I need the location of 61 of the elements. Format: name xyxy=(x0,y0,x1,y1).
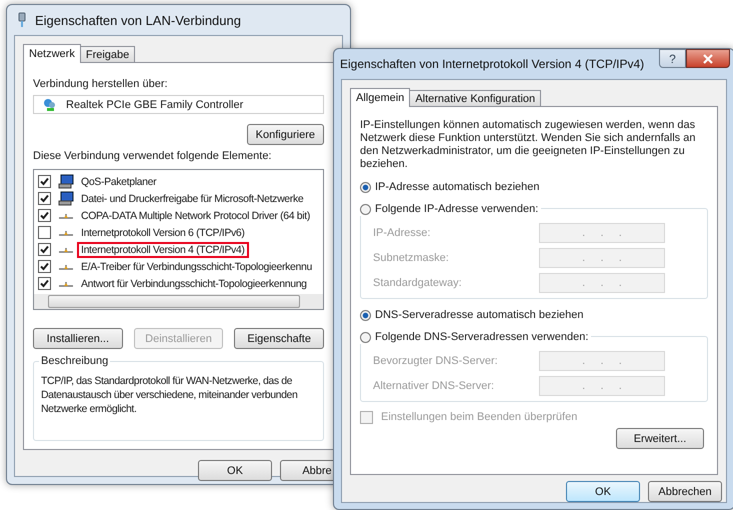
tab[interactable]: Alternative Konfiguration xyxy=(409,90,542,106)
computer-icon xyxy=(58,174,74,189)
field-label: Bevorzugter DNS-Server: xyxy=(373,355,498,367)
ok-button[interactable]: OK xyxy=(198,460,272,481)
configure-button[interactable]: Konfiguriere xyxy=(246,124,324,145)
action-button[interactable]: Eigenschafte xyxy=(234,328,324,349)
checkbox[interactable] xyxy=(38,209,51,222)
advanced-button[interactable]: Erweitert... xyxy=(616,428,704,449)
ok-button[interactable]: OK xyxy=(566,481,640,502)
adapter-name: Realtek PCIe GBE Family Controller xyxy=(66,98,244,110)
checkbox[interactable] xyxy=(38,175,51,188)
intro-text: IP-Einstellungen können automatisch zugewiesen werden, wenn das Netzwerk diese Funktion unterstützt. Wenden Sie sich andernfalls an den Netzwerkadministrator, um die geeigneten IP-Einstellungen zu beziehen. xyxy=(360,119,696,171)
list-item[interactable]: Antwort für Verbindungsschicht-Topologieerkennung xyxy=(77,276,311,292)
connect-label: Verbindung herstellen über: xyxy=(33,77,169,91)
window-title: Eigenschaften von Internetprotokoll Version 4 (TCP/IPv4) xyxy=(340,57,644,71)
list-item[interactable]: Internetprotokoll Version 4 (TCP/IPv4) xyxy=(77,242,249,258)
field-label: Subnetzmaske: xyxy=(373,252,449,264)
field-label: Alternativer DNS-Server: xyxy=(373,380,494,392)
checkbox[interactable] xyxy=(38,243,51,256)
radio-button[interactable] xyxy=(360,310,371,320)
list-item[interactable]: COPA-DATA Multiple Network Protocol Driver (64 bit) xyxy=(77,208,314,224)
protocol-icon xyxy=(58,280,74,288)
radio-button[interactable] xyxy=(360,332,371,342)
close-button[interactable] xyxy=(686,49,730,68)
window-title: Eigenschaften von LAN-Verbindung xyxy=(35,12,241,28)
list-item[interactable]: E/A-Treiber für Verbindungsschicht-Topologieerkennu xyxy=(77,258,316,274)
list-item[interactable]: Datei- und Druckerfreigabe für Microsoft-Netzwerke xyxy=(77,190,308,206)
help-button[interactable]: ? xyxy=(659,49,686,68)
cancel-button[interactable]: Abbrechen xyxy=(648,481,722,502)
horizontal-scrollbar[interactable] xyxy=(34,294,323,309)
computer-icon xyxy=(58,191,74,206)
tab[interactable]: Allgemein xyxy=(350,88,410,107)
radio-label[interactable]: Folgende DNS-Serveradressen verwenden: xyxy=(375,331,588,343)
protocol-icon xyxy=(58,246,74,254)
field-label: IP-Adresse: xyxy=(373,227,430,239)
radio-button[interactable] xyxy=(360,182,371,192)
checkbox[interactable] xyxy=(38,260,51,273)
protocol-icon xyxy=(58,228,74,236)
radio-label[interactable]: DNS-Serveradresse automatisch beziehen xyxy=(375,309,584,321)
radio-button[interactable] xyxy=(360,204,371,214)
description-text: TCP/IP, das Standardprotokoll für WAN-Netzwerke, das de xyxy=(41,374,294,388)
protocol-icon xyxy=(58,262,74,270)
list-item[interactable]: Internetprotokoll Version 6 (TCP/IPv6) xyxy=(77,224,249,240)
description-text: Netzwerke ermöglicht. xyxy=(41,402,138,416)
list-item[interactable]: QoS-Paketplaner xyxy=(77,174,160,190)
elements-label: Diese Verbindung verwendet folgende Elemente: xyxy=(33,149,272,163)
field-label: Standardgateway: xyxy=(373,277,462,289)
tab[interactable]: Netzwerk xyxy=(23,44,81,63)
plug-icon xyxy=(17,12,27,28)
checkbox[interactable] xyxy=(38,277,51,290)
close-icon xyxy=(703,54,713,64)
checkbox[interactable] xyxy=(38,226,51,239)
radio-label[interactable]: Folgende IP-Adresse verwenden: xyxy=(375,203,538,215)
checkbox[interactable] xyxy=(38,192,51,205)
tab[interactable]: Freigabe xyxy=(80,46,136,62)
network-adapter-icon xyxy=(42,96,58,112)
radio-label[interactable]: IP-Adresse automatisch beziehen xyxy=(375,181,540,193)
group-label: Beschreibung xyxy=(39,355,110,367)
action-button[interactable]: Installieren... xyxy=(33,328,123,349)
description-text: Datenaustausch über verschiedene, miteinander verbunden xyxy=(41,388,298,402)
protocol-icon xyxy=(58,212,74,220)
